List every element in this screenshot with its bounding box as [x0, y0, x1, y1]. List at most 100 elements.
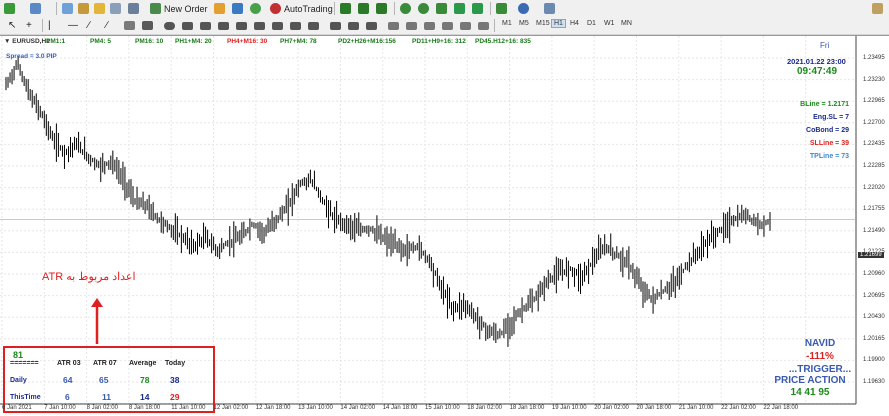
atr-value: 11 — [102, 392, 111, 402]
atr-value: 78 — [140, 375, 150, 385]
datetime-label: 2021.01.22 23:00 — [787, 57, 846, 66]
period-separators-icon[interactable] — [442, 19, 453, 32]
indicators-icon[interactable] — [496, 2, 507, 15]
timeframe-m1[interactable]: M1 — [500, 20, 514, 27]
volume-icon[interactable] — [406, 19, 417, 32]
price-label-icon[interactable] — [330, 19, 341, 32]
header-metric: PM4: 5 — [90, 38, 111, 45]
header-metric: PD45.H12+16: 835 — [475, 38, 531, 45]
timeframe-m15[interactable]: M15 — [534, 20, 552, 27]
price-tick: 1.22700 — [863, 119, 885, 126]
atr-count: 81 — [13, 350, 24, 360]
stop-icon[interactable] — [290, 19, 301, 32]
market-icon[interactable] — [250, 2, 261, 15]
object-list-icon[interactable] — [348, 19, 359, 32]
color-scheme-icon[interactable] — [460, 19, 471, 32]
strategy-tester-icon[interactable] — [128, 2, 139, 15]
auto-scroll-icon[interactable] — [454, 2, 465, 15]
time-tick: 12 Jan 02:00 — [213, 405, 249, 411]
atr-header-4: Today — [165, 360, 186, 367]
more-tools-icon[interactable] — [478, 19, 489, 32]
time-tick: 22 Jan 02:00 — [721, 405, 756, 411]
triangle-icon[interactable] — [200, 19, 211, 32]
new-order-button[interactable]: New Order — [150, 2, 208, 15]
time-tick: 15 Jan 10:00 — [425, 405, 460, 411]
price-tick: 1.21490 — [863, 227, 885, 234]
price-tick: 1.21755 — [863, 206, 885, 213]
window-restore-icon[interactable] — [872, 2, 883, 15]
indicator-line: TPLine = 73 — [809, 153, 849, 160]
market-watch-icon[interactable] — [62, 2, 73, 15]
periods-icon[interactable] — [518, 2, 529, 15]
atr-row-label: Daily — [10, 377, 27, 384]
crosshair-icon[interactable]: + — [26, 19, 32, 32]
atr-value: 29 — [170, 392, 180, 402]
day-label: Fri — [820, 41, 830, 50]
ellipse-icon[interactable] — [164, 19, 175, 32]
terminal-icon[interactable] — [110, 2, 121, 15]
atr-value: 64 — [63, 375, 73, 385]
trendline-icon[interactable]: ∕ — [88, 19, 90, 32]
grid-icon[interactable] — [388, 19, 399, 32]
new-chart-icon[interactable] — [4, 2, 15, 15]
templates-icon[interactable] — [544, 2, 555, 15]
indicator-line: Eng.SL = 7 — [813, 114, 849, 121]
thumbs-up-icon[interactable] — [254, 19, 265, 32]
alert-icon[interactable] — [366, 19, 377, 32]
time-tick: 20 Jan 02:00 — [594, 405, 629, 411]
time-tick: 18 Jan 02:00 — [467, 405, 502, 411]
zoom-out-icon[interactable] — [418, 2, 429, 15]
header-metric: PD2+H26+M16:156 — [338, 38, 396, 45]
arrow-up-icon[interactable] — [218, 19, 229, 32]
bar-chart-icon[interactable] — [340, 2, 351, 15]
thumbs-down-icon[interactable] — [272, 19, 283, 32]
check-icon[interactable] — [308, 19, 319, 32]
new-order-label: New Order — [164, 3, 208, 14]
indicator-line: SLLine = 39 — [809, 140, 849, 147]
timeframe-w1[interactable]: W1 — [602, 20, 617, 27]
indicator-line: BLine = 1.2171 — [800, 101, 849, 108]
line-chart-icon[interactable] — [376, 2, 387, 15]
fibonacci-icon[interactable] — [124, 19, 135, 32]
vertical-line-icon[interactable]: | — [48, 19, 51, 32]
autotrading-button[interactable]: AutoTrading — [270, 2, 333, 15]
timeframe-d1[interactable]: D1 — [585, 20, 598, 27]
tile-windows-icon[interactable] — [436, 2, 447, 15]
price-tick: 1.23230 — [863, 76, 885, 83]
data-window-icon[interactable] — [78, 2, 89, 15]
atr-header-3: Average — [129, 360, 157, 367]
timeframe-mn[interactable]: MN — [619, 20, 634, 27]
timeframe-h4[interactable]: H4 — [568, 20, 581, 27]
timeframe-m5[interactable]: M5 — [517, 20, 531, 27]
rectangle-icon[interactable] — [182, 19, 193, 32]
time-tick: 21 Jan 10:00 — [678, 405, 714, 411]
timeframe-h1[interactable]: H1 — [551, 19, 566, 28]
indicator-line: CoBond = 29 — [806, 127, 849, 134]
signals-icon[interactable] — [232, 2, 243, 15]
header-metric: PH4+M16: 30 — [227, 38, 268, 45]
price-tick: 1.22435 — [863, 141, 885, 148]
time-tick: 14 Jan 18:00 — [382, 405, 418, 411]
header-metric: PM16: 10 — [135, 38, 164, 45]
price-tick: 1.20430 — [863, 314, 885, 321]
arrow-down-icon[interactable] — [236, 19, 247, 32]
profiles-icon[interactable] — [30, 2, 41, 15]
time-tick: 12 Jan 18:00 — [255, 405, 291, 411]
chart-window[interactable]: ▼ EURUSD,H1 PM1:1 PM4: 5 PM16: 10 PH1+M4: 2… — [0, 35, 889, 416]
atr-row-label: ThisTime — [10, 394, 41, 401]
chart-shift-icon[interactable] — [472, 2, 483, 15]
metaeditor-icon[interactable] — [214, 2, 225, 15]
channel-icon[interactable]: ∕ — [106, 19, 108, 32]
zoom-in-icon[interactable] — [400, 2, 411, 15]
price-tick: 1.20960 — [863, 271, 885, 277]
candlestick-icon[interactable] — [358, 2, 369, 15]
text-tool-icon[interactable] — [142, 19, 153, 32]
ask-line-icon[interactable] — [424, 19, 435, 32]
atr-value: 65 — [99, 375, 109, 385]
header-metric: PH7+M4: 78 — [280, 38, 317, 45]
navid-numbers: 14 41 95 — [790, 387, 830, 398]
cursor-icon[interactable]: ↖ — [8, 19, 16, 32]
atr-value: 38 — [170, 375, 180, 385]
navigator-icon[interactable] — [94, 2, 105, 15]
horizontal-line-icon[interactable]: — — [68, 19, 78, 32]
